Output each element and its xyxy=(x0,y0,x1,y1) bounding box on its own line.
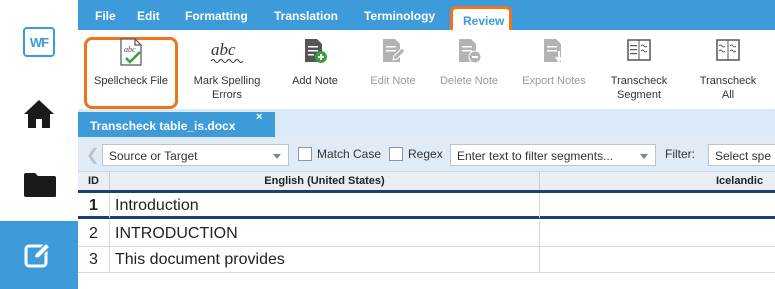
filter-bar: ❮ Source or Target Match Case Regex Ente… xyxy=(78,137,775,172)
filter-text-placeholder: Enter text to filter segments... xyxy=(457,149,614,163)
home-icon[interactable] xyxy=(22,98,56,130)
delete-note-icon xyxy=(459,39,481,64)
target-segment[interactable] xyxy=(540,221,775,246)
match-case-label: Match Case xyxy=(317,147,382,161)
edit-note-button[interactable]: Edit Note xyxy=(358,30,428,109)
add-note-button[interactable]: Add Note xyxy=(277,30,353,109)
grid-header: ID English (United States) Icelandic xyxy=(78,172,775,193)
source-segment[interactable]: INTRODUCTION xyxy=(110,221,540,246)
app-logo[interactable]: WF xyxy=(23,27,55,57)
target-segment[interactable] xyxy=(540,193,775,218)
target-segment[interactable] xyxy=(540,247,775,272)
abc-icon: abc xyxy=(210,40,244,63)
filter-type-value: Select spe xyxy=(715,149,772,163)
segment-grid: ID English (United States) Icelandic 1 I… xyxy=(78,172,775,289)
source-segment[interactable]: This document provides xyxy=(110,247,540,272)
row-id: 2 xyxy=(78,221,110,246)
menu-file[interactable]: File xyxy=(95,9,116,23)
transcheck-all-icon xyxy=(716,39,740,61)
transcheck-segment-icon xyxy=(627,39,651,61)
column-header-source[interactable]: English (United States) xyxy=(110,172,540,190)
scope-dropdown-value: Source or Target xyxy=(109,149,198,163)
document-tab-bar: Transcheck table_is.docx × xyxy=(78,109,775,137)
nav-item-editor[interactable] xyxy=(0,221,78,289)
source-segment[interactable]: Introduction xyxy=(110,193,540,218)
menu-edit[interactable]: Edit xyxy=(137,9,160,23)
svg-text:abc: abc xyxy=(124,45,136,54)
filter-text-input[interactable]: Enter text to filter segments... xyxy=(450,144,656,166)
menu-bar: File Edit Formatting Translation Termino… xyxy=(78,0,775,35)
menu-terminology[interactable]: Terminology xyxy=(364,9,435,23)
close-icon[interactable]: × xyxy=(256,111,262,123)
row-id: 1 xyxy=(78,193,110,218)
chevron-down-icon xyxy=(273,154,281,159)
table-row[interactable]: 3 This document provides xyxy=(78,247,775,273)
menu-translation[interactable]: Translation xyxy=(274,9,338,23)
column-header-id[interactable]: ID xyxy=(78,172,110,190)
chevron-down-icon xyxy=(640,154,648,159)
export-notes-icon xyxy=(544,39,563,63)
transcheck-segment-label: Transcheck Segment xyxy=(610,75,668,101)
filter-label: Filter: xyxy=(665,147,695,161)
mark-spelling-errors-button[interactable]: abc Mark Spelling Errors xyxy=(182,30,272,109)
document-tab-label: Transcheck table_is.docx xyxy=(90,119,236,133)
scope-dropdown[interactable]: Source or Target xyxy=(102,144,289,166)
edit-icon xyxy=(24,241,52,268)
add-note-label: Add Note xyxy=(292,75,338,87)
spellcheck-file-button[interactable]: abc Spellcheck File xyxy=(86,30,176,109)
edit-note-label: Edit Note xyxy=(370,75,416,87)
chevron-left-icon[interactable]: ❮ xyxy=(86,145,99,165)
row-id: 3 xyxy=(78,247,110,272)
regex-label: Regex xyxy=(408,147,443,161)
transcheck-all-label: Transcheck All xyxy=(699,75,757,101)
column-header-target[interactable]: Icelandic xyxy=(540,172,775,190)
menu-review-label: Review xyxy=(463,14,505,28)
spellcheck-file-label: Spellcheck File xyxy=(94,75,168,87)
table-row[interactable]: 1 Introduction xyxy=(78,193,775,219)
folder-icon[interactable] xyxy=(23,172,57,198)
app-window: WF File Edit Formatting Translation Term… xyxy=(0,0,775,289)
export-notes-label: Export Notes xyxy=(522,75,586,87)
regex-checkbox[interactable] xyxy=(389,147,403,161)
left-nav: WF xyxy=(0,0,78,289)
export-notes-button[interactable]: Export Notes xyxy=(514,30,594,109)
edit-note-icon xyxy=(383,39,405,62)
transcheck-all-button[interactable]: Transcheck All xyxy=(696,30,760,109)
delete-note-button[interactable]: Delete Note xyxy=(430,30,508,109)
mark-spelling-errors-label: Mark Spelling Errors xyxy=(193,75,261,101)
ribbon-toolbar: abc Spellcheck File abc Mark Spelling Er… xyxy=(78,30,775,109)
add-note-icon xyxy=(305,39,327,63)
spellcheck-icon: abc xyxy=(120,38,142,66)
transcheck-segment-button[interactable]: Transcheck Segment xyxy=(606,30,672,109)
menu-formatting[interactable]: Formatting xyxy=(185,9,248,23)
filter-type-dropdown[interactable]: Select spe xyxy=(708,144,775,166)
table-row[interactable]: 2 INTRODUCTION xyxy=(78,221,775,247)
document-tab[interactable]: Transcheck table_is.docx × xyxy=(78,111,275,137)
svg-text:abc: abc xyxy=(211,40,236,59)
match-case-checkbox[interactable] xyxy=(298,147,312,161)
delete-note-label: Delete Note xyxy=(439,75,499,87)
